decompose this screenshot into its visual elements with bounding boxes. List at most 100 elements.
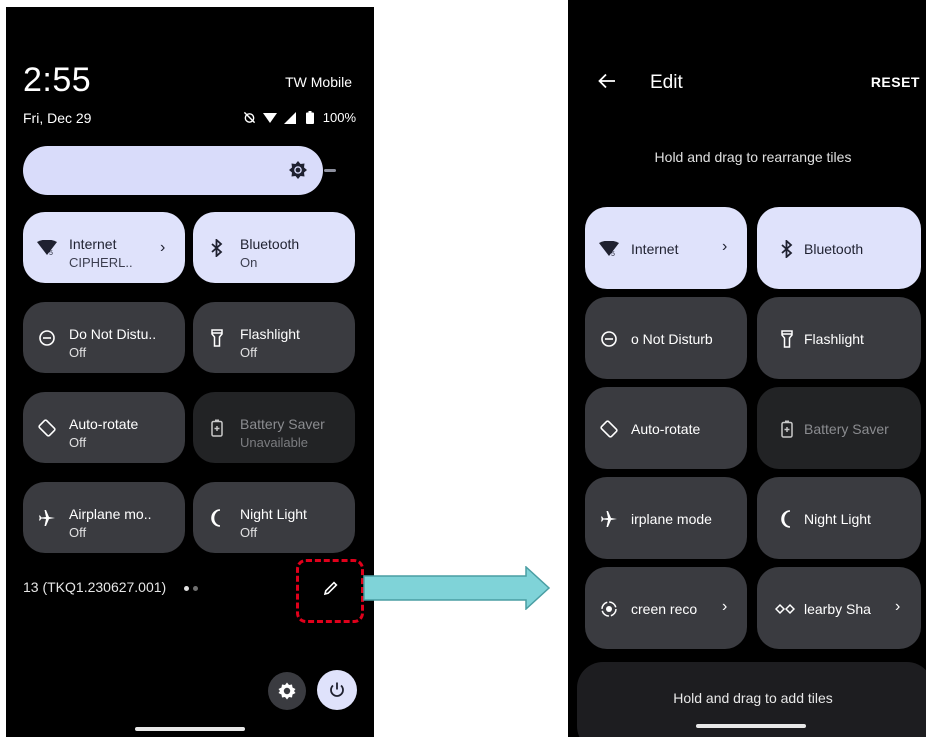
transition-arrow xyxy=(363,566,551,610)
tile-night-light[interactable]: Night Light xyxy=(757,477,921,559)
home-indicator[interactable] xyxy=(696,724,806,728)
tile-night-light[interactable]: Night Light Off xyxy=(193,482,355,553)
tile-label: Night Light xyxy=(240,506,307,522)
settings-button[interactable] xyxy=(268,672,306,710)
battery-percent: 100% xyxy=(322,110,356,125)
tile-label: Airplane mo.. xyxy=(69,506,152,522)
build-number: 13 (TKQ1.230627.001) xyxy=(23,579,167,595)
chevron-right-icon: › xyxy=(722,238,728,255)
tile-airplane-mode[interactable]: irplane mode xyxy=(585,477,747,559)
tile-auto-rotate[interactable]: Auto-rotate Off xyxy=(23,392,185,463)
tile-status: On xyxy=(240,255,258,270)
tile-label: Battery Saver xyxy=(240,416,325,432)
tile-status: Off xyxy=(69,435,87,450)
airplane-icon xyxy=(599,509,619,529)
edit-tiles-screen: Edit RESET Hold and drag to rearrange ti… xyxy=(568,0,926,737)
wifi-icon: 5 xyxy=(37,238,57,258)
page-dot-active xyxy=(184,586,189,591)
battery-icon xyxy=(303,111,317,125)
svg-text:5: 5 xyxy=(611,251,615,257)
tile-label: irplane mode xyxy=(631,511,712,527)
tile-label: creen reco xyxy=(631,601,698,617)
reset-button[interactable]: RESET xyxy=(871,74,920,90)
flashlight-icon xyxy=(207,328,227,348)
wifi-icon: 5 xyxy=(599,239,619,259)
bluetooth-icon xyxy=(777,239,797,259)
battery-saver-icon xyxy=(207,418,227,438)
chevron-right-icon: › xyxy=(895,598,901,615)
tile-label: Bluetooth xyxy=(240,236,300,252)
clock: 2:55 xyxy=(23,61,92,99)
tile-status: CIPHERL.. xyxy=(69,255,133,270)
tile-label: Battery Saver xyxy=(804,421,889,437)
tile-do-not-disturb[interactable]: o Not Disturb xyxy=(585,297,747,379)
tile-screen-record[interactable]: creen reco › xyxy=(585,567,747,649)
tile-label: Auto-rotate xyxy=(69,416,139,432)
screen-record-icon xyxy=(599,599,619,619)
tile-flashlight[interactable]: Flashlight Off xyxy=(193,302,355,373)
wifi-signal-icon xyxy=(262,111,277,125)
home-indicator[interactable] xyxy=(135,727,245,731)
arrow-left-icon xyxy=(598,73,615,89)
status-bar-icons: 100% xyxy=(243,110,356,125)
cell-signal-icon xyxy=(283,111,297,125)
tile-label: Internet xyxy=(631,241,679,257)
edit-button-highlight xyxy=(296,559,364,623)
gear-icon xyxy=(278,682,296,700)
tile-label: Night Light xyxy=(804,511,871,527)
do-not-disturb-icon xyxy=(37,328,57,348)
tile-label: Flashlight xyxy=(240,326,300,342)
tile-label: o Not Disturb xyxy=(631,331,713,347)
nearby-share-icon xyxy=(775,599,795,619)
flashlight-icon xyxy=(777,329,797,349)
quick-settings-screen: 2:55 Fri, Dec 29 TW Mobile 100% 5 Intern… xyxy=(6,7,374,737)
auto-rotate-icon xyxy=(37,418,57,438)
carrier-name: TW Mobile xyxy=(285,74,352,90)
svg-text:5: 5 xyxy=(49,250,53,256)
tile-label: Internet xyxy=(69,236,117,252)
power-button[interactable] xyxy=(317,670,357,710)
brightness-slider[interactable] xyxy=(23,146,323,195)
auto-rotate-icon xyxy=(599,419,619,439)
tile-status: Unavailable xyxy=(240,435,308,450)
tile-label: Auto-rotate xyxy=(631,421,701,437)
add-tiles-hint: Hold and drag to add tiles xyxy=(673,690,833,706)
tile-status: Off xyxy=(69,525,87,540)
chevron-right-icon: › xyxy=(722,598,728,615)
night-light-icon xyxy=(207,508,227,528)
power-icon xyxy=(330,682,344,697)
battery-saver-icon xyxy=(777,419,797,439)
tile-status: Off xyxy=(240,345,258,360)
brightness-track xyxy=(324,169,336,172)
tile-internet[interactable]: 5 Internet CIPHERL.. › xyxy=(23,212,185,283)
bluetooth-icon xyxy=(207,238,227,258)
tile-auto-rotate[interactable]: Auto-rotate xyxy=(585,387,747,469)
rearrange-hint: Hold and drag to rearrange tiles xyxy=(654,149,852,165)
page-indicator[interactable] xyxy=(184,586,198,591)
chevron-right-icon: › xyxy=(160,239,166,256)
tile-label: Do Not Distu.. xyxy=(69,326,157,342)
back-button[interactable] xyxy=(596,70,618,92)
tile-airplane-mode[interactable]: Airplane mo.. Off xyxy=(23,482,185,553)
tile-bluetooth[interactable]: Bluetooth xyxy=(757,207,921,289)
tile-status: Off xyxy=(69,345,87,360)
tile-label: learby Sha xyxy=(804,601,871,617)
tile-flashlight[interactable]: Flashlight xyxy=(757,297,921,379)
tile-label: Bluetooth xyxy=(804,241,864,257)
tile-battery-saver[interactable]: Battery Saver Unavailable xyxy=(193,392,355,463)
tile-internet[interactable]: 5 Internet › xyxy=(585,207,747,289)
alarm-off-icon xyxy=(243,111,257,125)
tile-label: Flashlight xyxy=(804,331,864,347)
page-dot xyxy=(193,586,198,591)
tile-battery-saver[interactable]: Battery Saver xyxy=(757,387,921,469)
tile-status: Off xyxy=(240,525,258,540)
page-title: Edit xyxy=(650,72,683,93)
date: Fri, Dec 29 xyxy=(23,110,92,126)
night-light-icon xyxy=(777,509,797,529)
tile-do-not-disturb[interactable]: Do Not Distu.. Off xyxy=(23,302,185,373)
tile-nearby-share[interactable]: learby Sha › xyxy=(757,567,921,649)
airplane-icon xyxy=(37,508,57,528)
do-not-disturb-icon xyxy=(599,329,619,349)
tile-bluetooth[interactable]: Bluetooth On xyxy=(193,212,355,283)
brightness-icon xyxy=(287,159,309,181)
